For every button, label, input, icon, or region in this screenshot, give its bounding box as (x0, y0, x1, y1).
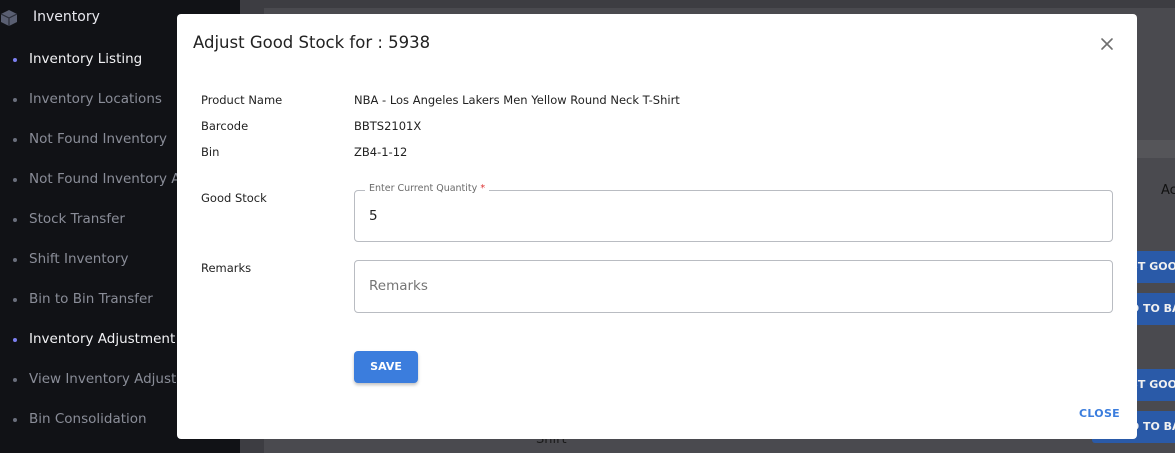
sidebar-item-label: Bin Consolidation (29, 411, 147, 427)
barcode-value: BBTS2101X (354, 119, 422, 133)
background-table-header (1137, 140, 1175, 158)
remarks-input[interactable]: Remarks (354, 260, 1113, 313)
bullet-icon (13, 378, 17, 382)
sidebar-item-label: Not Found Inventory (29, 131, 167, 147)
sidebar-item-label: Bin to Bin Transfer (29, 291, 153, 307)
bullet-icon (13, 418, 17, 422)
adjust-stock-dialog: Adjust Good Stock for : 5938 Product Nam… (177, 14, 1137, 439)
bullet-icon (13, 258, 17, 262)
product-name-label: Product Name (201, 93, 283, 107)
remarks-placeholder: Remarks (369, 278, 428, 294)
required-mark: * (480, 183, 486, 194)
dialog-title: Adjust Good Stock for : 5938 (193, 33, 431, 52)
box-icon (0, 10, 18, 26)
sidebar-item-label: View Inventory Adjustm (29, 371, 190, 387)
quantity-field-legend: Enter Current Quantity * (365, 183, 490, 194)
barcode-label: Barcode (201, 119, 249, 133)
sidebar-item-label: Inventory Adjustment (29, 331, 176, 347)
save-button[interactable]: SAVE (354, 351, 418, 383)
sidebar-item-label: Not Found Inventory Ar (29, 171, 187, 187)
bullet-icon (13, 218, 17, 222)
bullet-icon (13, 298, 17, 302)
quantity-value: 5 (369, 208, 378, 224)
bullet-icon (13, 338, 17, 342)
good-stock-label: Good Stock (201, 191, 267, 205)
bin-label: Bin (201, 145, 220, 159)
bullet-icon (13, 98, 17, 102)
bin-value: ZB4-1-12 (354, 145, 408, 159)
bullet-icon (13, 138, 17, 142)
sidebar-item-label: Stock Transfer (29, 211, 125, 227)
sidebar-item-label: Inventory Listing (29, 51, 143, 67)
bullet-icon (13, 178, 17, 182)
sidebar-item-label: Inventory Locations (29, 91, 162, 107)
sidebar-item-label: Shift Inventory (29, 251, 129, 267)
current-quantity-field[interactable]: Enter Current Quantity * 5 (354, 183, 1113, 242)
bullet-icon (13, 58, 17, 62)
close-icon[interactable] (1097, 34, 1117, 54)
product-name-value: NBA - Los Angeles Lakers Men Yellow Roun… (354, 93, 680, 107)
close-button[interactable]: CLOSE (1079, 407, 1120, 420)
sidebar-title: Inventory (33, 9, 100, 25)
background-column-header: Ac (1161, 183, 1175, 198)
remarks-label: Remarks (201, 261, 252, 275)
